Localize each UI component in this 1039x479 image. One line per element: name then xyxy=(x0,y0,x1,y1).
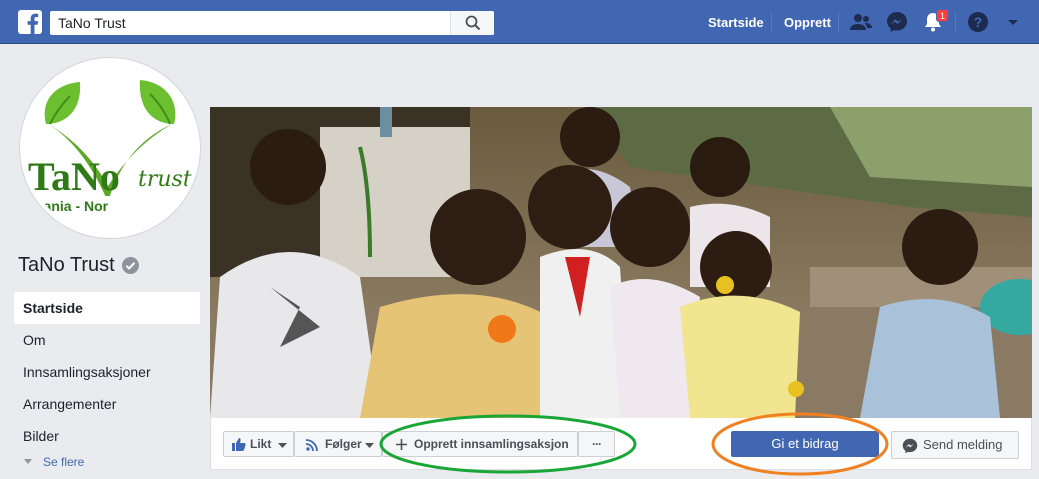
orange-highlight-ellipse xyxy=(711,412,889,476)
highlight-annotations xyxy=(379,412,889,476)
green-highlight-ellipse xyxy=(379,414,637,474)
